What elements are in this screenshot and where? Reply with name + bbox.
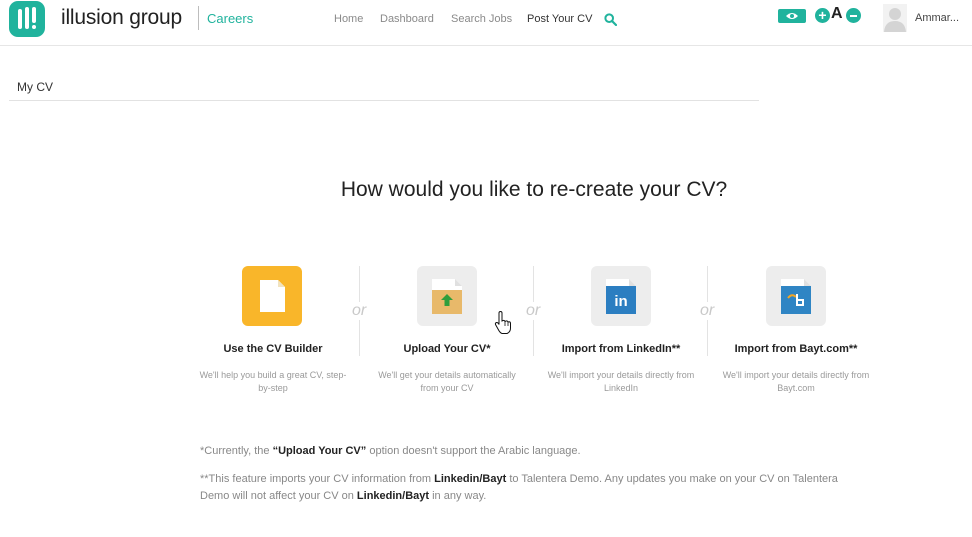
title-divider	[9, 100, 759, 101]
brand-divider	[198, 6, 199, 30]
note-text: option doesn't support the Arabic langua…	[366, 445, 581, 457]
note-text: in any way.	[429, 490, 487, 502]
linkedin-tile[interactable]: in	[591, 266, 651, 326]
linkedin-icon: in	[606, 279, 636, 314]
note-text: *Currently, the	[200, 445, 273, 457]
top-header: illusion group Careers Home Dashboard Se…	[0, 0, 972, 46]
font-size-label: A	[831, 5, 843, 22]
logo-icon[interactable]	[9, 1, 45, 37]
avatar[interactable]	[883, 4, 907, 32]
cv-builder-label[interactable]: Use the CV Builder	[183, 343, 363, 355]
hand-cursor-icon	[494, 311, 511, 334]
page-title: My CV	[17, 80, 53, 94]
nav-search-jobs[interactable]: Search Jobs	[451, 13, 512, 25]
svg-text:in: in	[614, 293, 627, 310]
or-label: or	[524, 302, 543, 320]
linkedin-desc: We'll import your details directly from …	[547, 370, 695, 393]
user-name[interactable]: Ammar...	[915, 12, 959, 24]
upload-cv-icon	[432, 279, 462, 314]
search-icon[interactable]	[604, 13, 617, 26]
upload-cv-tile[interactable]	[417, 266, 477, 326]
import-note: **This feature imports your CV informati…	[200, 471, 860, 505]
or-label: or	[350, 302, 369, 320]
cv-builder-tile[interactable]	[242, 266, 302, 326]
nav-home[interactable]: Home	[334, 13, 363, 25]
main-question: How would you like to re-create your CV?	[340, 178, 728, 201]
note-text: **This feature imports your CV informati…	[200, 473, 435, 485]
font-increase-button[interactable]: +	[815, 8, 830, 23]
eye-icon	[786, 13, 798, 19]
nav-dashboard[interactable]: Dashboard	[380, 13, 434, 25]
bayt-icon	[781, 279, 811, 314]
accessibility-eye-button[interactable]	[778, 9, 806, 23]
note-bold: Linkedin/Bayt	[434, 473, 507, 485]
bayt-tile[interactable]	[766, 266, 826, 326]
nav-post-your-cv[interactable]: Post Your CV	[527, 13, 592, 25]
upload-cv-label[interactable]: Upload Your CV*	[357, 343, 537, 355]
cv-builder-desc: We'll help you build a great CV, step-by…	[199, 370, 347, 393]
or-label: or	[698, 302, 717, 320]
cv-builder-icon	[260, 280, 285, 312]
arabic-note: *Currently, the “Upload Your CV” option …	[200, 443, 860, 460]
bayt-label[interactable]: Import from Bayt.com**	[706, 343, 886, 355]
careers-link[interactable]: Careers	[207, 11, 253, 26]
bayt-desc: We'll import your details directly from …	[722, 370, 870, 393]
linkedin-label[interactable]: Import from LinkedIn**	[531, 343, 711, 355]
font-decrease-button[interactable]	[846, 8, 861, 23]
note-bold: “Upload Your CV”	[272, 445, 367, 457]
brand-name[interactable]: illusion group	[61, 6, 182, 30]
note-bold: Linkedin/Bayt	[356, 490, 430, 502]
upload-cv-desc: We'll get your details automatically fro…	[378, 370, 516, 393]
